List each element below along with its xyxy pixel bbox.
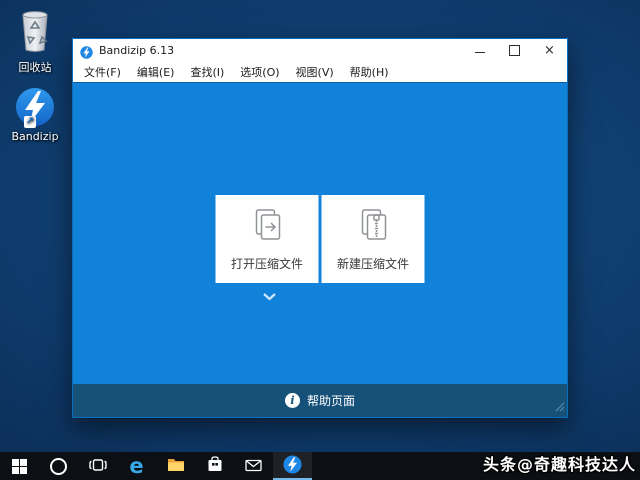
desktop-background: 回收站 ↗ Bandizip: [0, 0, 640, 480]
bandizip-app-icon: [80, 44, 93, 57]
menu-edit[interactable]: 编辑(E): [129, 64, 183, 80]
bandizip-taskbar-button[interactable]: [273, 452, 312, 480]
menu-help[interactable]: 帮助(H): [342, 64, 397, 80]
resize-grip[interactable]: [555, 401, 565, 415]
action-cards: 打开压缩文件 新建压缩文件: [216, 195, 425, 283]
menu-find[interactable]: 查找(I): [182, 64, 232, 80]
window-titlebar[interactable]: Bandizip 6.13 ×: [73, 39, 567, 61]
recycle-bin-icon: [2, 8, 68, 57]
open-archive-icon: [249, 207, 285, 246]
edge-button[interactable]: e: [117, 452, 156, 480]
watermark-prefix: 头条: [483, 455, 517, 474]
minimize-icon: [475, 52, 485, 53]
mail-icon: [245, 457, 262, 476]
bandizip-icon: [283, 455, 302, 478]
help-page-label: 帮助页面: [307, 392, 355, 409]
open-archive-label: 打开压缩文件: [231, 255, 303, 272]
menu-bar: 文件(F) 编辑(E) 查找(I) 选项(O) 视图(V) 帮助(H): [73, 61, 567, 83]
store-button[interactable]: [195, 452, 234, 480]
mail-button[interactable]: [234, 452, 273, 480]
store-icon: [207, 456, 223, 476]
task-view-icon: [89, 457, 107, 476]
menu-options[interactable]: 选项(O): [232, 64, 287, 80]
new-archive-icon: [355, 207, 391, 246]
search-icon: [50, 458, 67, 475]
window-controls: ×: [462, 39, 567, 61]
watermark-handle: @奇趣科技达人: [517, 455, 636, 474]
desktop-icon-label: Bandizip: [11, 130, 58, 143]
new-archive-button[interactable]: 新建压缩文件: [322, 195, 425, 283]
close-icon: ×: [544, 44, 555, 57]
bandizip-icon: ↗: [14, 86, 56, 128]
desktop-icon-recycle-bin[interactable]: 回收站: [2, 8, 68, 75]
start-button[interactable]: [0, 452, 39, 480]
bandizip-window: Bandizip 6.13 × 文件(F) 编辑(E) 查找(I) 选项(O) …: [72, 38, 568, 418]
chevron-down-icon[interactable]: [262, 287, 277, 297]
window-title: Bandizip 6.13: [99, 44, 174, 57]
menu-view[interactable]: 视图(V): [288, 64, 342, 80]
menu-file[interactable]: 文件(F): [76, 64, 129, 80]
windows-logo-icon: [12, 459, 27, 474]
info-icon: i: [285, 393, 300, 408]
shortcut-arrow-icon: ↗: [24, 116, 36, 128]
search-button[interactable]: [39, 452, 78, 480]
file-explorer-button[interactable]: [156, 452, 195, 480]
window-content: 打开压缩文件 新建压缩文件: [73, 83, 567, 384]
desktop-icon-label: 回收站: [19, 61, 52, 74]
maximize-icon: [509, 45, 520, 56]
watermark: 头条@奇趣科技达人: [483, 451, 636, 475]
new-archive-label: 新建压缩文件: [337, 255, 409, 272]
open-archive-button[interactable]: 打开压缩文件: [216, 195, 319, 283]
maximize-button[interactable]: [497, 39, 532, 61]
close-button[interactable]: ×: [532, 39, 567, 61]
edge-icon: e: [129, 456, 143, 477]
desktop-icon-bandizip[interactable]: ↗ Bandizip: [2, 86, 68, 143]
help-page-bar[interactable]: i 帮助页面: [73, 384, 567, 417]
task-view-button[interactable]: [78, 452, 117, 480]
file-explorer-icon: [167, 457, 185, 476]
minimize-button[interactable]: [462, 39, 497, 61]
